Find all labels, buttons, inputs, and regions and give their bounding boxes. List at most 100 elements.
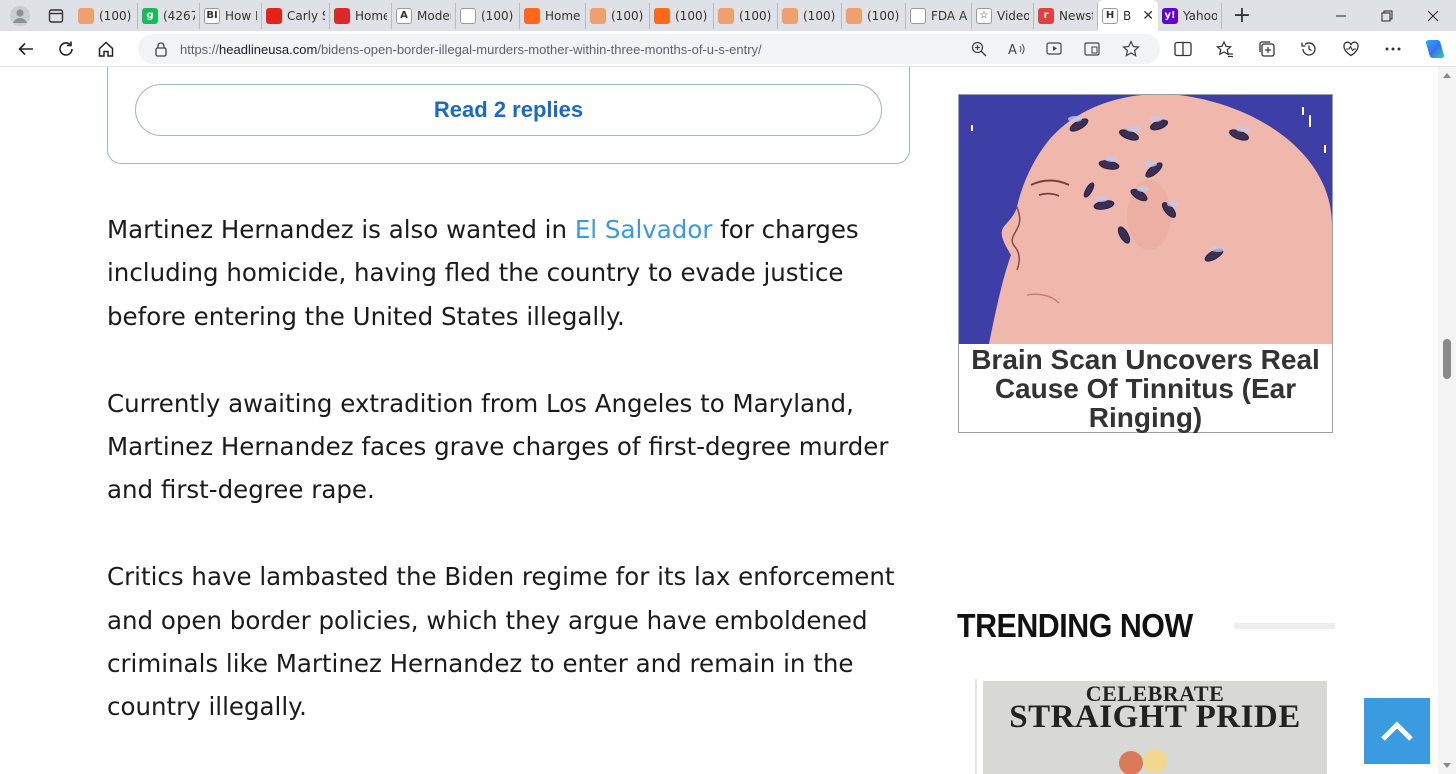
- tab-label: (100) I: [675, 8, 709, 23]
- copilot-icon[interactable]: [1414, 38, 1456, 60]
- minimize-button[interactable]: [1318, 0, 1364, 31]
- tab-label: Moder: [417, 8, 451, 23]
- profile-avatar-icon[interactable]: [6, 2, 34, 30]
- scroll-up-arrow[interactable]: [1443, 73, 1451, 78]
- new-tab-button[interactable]: +: [1228, 2, 1256, 30]
- tab-label: Home: [545, 8, 581, 23]
- tab-favicon-icon: [782, 7, 798, 24]
- tab-favicon-icon: [334, 7, 350, 24]
- back-button[interactable]: [6, 33, 46, 65]
- illustration-figures: [1119, 749, 1167, 774]
- favorites-icon[interactable]: [1204, 40, 1246, 58]
- browser-tab[interactable]: (100) I: [74, 2, 138, 29]
- close-tab-icon[interactable]: ✕: [1142, 8, 1154, 24]
- tab-label: (100) I: [803, 8, 837, 23]
- tab-favicon-icon: r: [1038, 7, 1054, 24]
- tab-label: Newsf: [1059, 8, 1093, 23]
- refresh-button[interactable]: [46, 33, 86, 65]
- app-available-icon[interactable]: [1074, 41, 1112, 57]
- browser-tab[interactable]: y! Yahoo: [1158, 2, 1222, 29]
- trending-image[interactable]: CELEBRATE STRAIGHT PRIDE: [983, 681, 1327, 774]
- url-text[interactable]: https://headlineusa.com/bidens-open-bord…: [180, 42, 762, 57]
- back-to-top-button[interactable]: [1364, 698, 1430, 764]
- browser-tab[interactable]: (100) I: [650, 2, 714, 29]
- browser-tab[interactable]: g (4267): [138, 2, 200, 29]
- browser-toolbar: https://headlineusa.com/bidens-open-bord…: [0, 31, 1456, 67]
- close-window-button[interactable]: [1410, 0, 1456, 31]
- window-controls: [1318, 0, 1456, 31]
- tab-favicon-icon: g: [142, 7, 158, 24]
- el-salvador-link[interactable]: El Salvador: [575, 215, 713, 244]
- tab-label: Yahoo: [1183, 8, 1217, 23]
- browser-tab[interactable]: (100) :: [586, 2, 650, 29]
- web-page: Read 2 replies Martinez Hernandez is als…: [0, 67, 1438, 774]
- tab-favicon-icon: H: [1102, 7, 1118, 24]
- collections-icon[interactable]: [1246, 40, 1288, 58]
- tab-favicon-icon: y!: [1162, 7, 1178, 24]
- browser-tab[interactable]: BI How D: [200, 2, 262, 29]
- browser-tab[interactable]: (100) I: [778, 2, 842, 29]
- tab-label: (4267): [163, 8, 195, 23]
- performance-icon[interactable]: [1330, 40, 1372, 58]
- browser-tab[interactable]: Home: [520, 2, 586, 29]
- browser-tab[interactable]: (100) I: [714, 2, 778, 29]
- tab-label: (100) I: [99, 8, 133, 23]
- zoom-icon[interactable]: [960, 41, 998, 57]
- trending-now-heading: TRENDING NOW: [957, 607, 1193, 644]
- ad-image[interactable]: [959, 95, 1332, 344]
- tab-list: (100) I g (4267) BI How D Carly S Home A Moder (1…: [74, 0, 1222, 31]
- article-paragraph-1: Martinez Hernandez is also wanted in El …: [107, 215, 859, 331]
- home-button[interactable]: [86, 33, 126, 65]
- more-menu-icon[interactable]: [1372, 46, 1414, 52]
- vertical-scrollbar[interactable]: [1438, 67, 1456, 774]
- svg-text:A: A: [1008, 43, 1017, 57]
- browser-tab[interactable]: ☆ Video:: [972, 2, 1034, 29]
- tab-label: Carly S: [287, 8, 325, 23]
- ad-title[interactable]: Brain Scan Uncovers Real Cause Of Tinnit…: [959, 344, 1332, 432]
- read-replies-button[interactable]: Read 2 replies: [135, 84, 882, 136]
- tab-label: (100) I: [867, 8, 901, 23]
- article-body: Martinez Hernandez is also wanted in El …: [107, 208, 917, 772]
- split-screen-icon[interactable]: [1162, 41, 1204, 57]
- browser-tab[interactable]: r Newsf: [1034, 2, 1098, 29]
- tab-label: (100) E: [481, 8, 515, 23]
- favorite-star-icon[interactable]: [1112, 40, 1150, 58]
- tab-favicon-icon: A: [396, 7, 412, 24]
- tab-favicon-icon: BI: [204, 7, 220, 24]
- tab-favicon-icon: [846, 7, 862, 24]
- tab-favicon-icon: [910, 7, 926, 24]
- tab-label: FDA A: [931, 8, 967, 23]
- read-aloud-icon[interactable]: A: [998, 41, 1036, 57]
- article-paragraph-2: Currently awaiting extradition from Los …: [107, 388, 889, 505]
- restore-button[interactable]: [1364, 0, 1410, 31]
- tab-label: How D: [225, 8, 257, 23]
- sidebar-ad[interactable]: Brain Scan Uncovers Real Cause Of Tinnit…: [958, 94, 1333, 433]
- browser-tab[interactable]: (100) I: [842, 2, 906, 29]
- tab-favicon-icon: [78, 7, 94, 24]
- browser-tab[interactable]: Carly S: [262, 2, 330, 29]
- lock-icon[interactable]: [146, 41, 176, 57]
- tab-label: (100) I: [739, 8, 773, 23]
- browser-tab[interactable]: H B ✕: [1098, 0, 1158, 31]
- browser-tab[interactable]: A Moder: [392, 2, 456, 29]
- browser-tab[interactable]: Home: [330, 2, 392, 29]
- address-bar[interactable]: https://headlineusa.com/bidens-open-bord…: [138, 34, 1160, 64]
- tab-label: (100) :: [611, 8, 645, 23]
- browser-tab[interactable]: (100) E: [456, 2, 520, 29]
- trending-card[interactable]: CELEBRATE STRAIGHT PRIDE: [975, 679, 1332, 774]
- scroll-down-arrow[interactable]: [1443, 763, 1451, 768]
- tab-favicon-icon: [524, 7, 540, 24]
- tab-favicon-icon: [718, 7, 734, 24]
- media-icon[interactable]: [1036, 41, 1074, 57]
- tab-favicon-icon: [590, 7, 606, 24]
- heading-divider: [1234, 623, 1335, 629]
- tab-favicon-icon: [654, 7, 670, 24]
- browser-tab[interactable]: FDA A: [906, 2, 972, 29]
- chevron-up-icon: [1381, 721, 1413, 741]
- toolbar-right: [1162, 31, 1456, 67]
- scrollbar-thumb[interactable]: [1443, 339, 1451, 379]
- tab-favicon-icon: [460, 7, 476, 24]
- tab-actions-icon[interactable]: [42, 2, 70, 30]
- tab-label: Video:: [997, 8, 1029, 23]
- history-icon[interactable]: [1288, 40, 1330, 58]
